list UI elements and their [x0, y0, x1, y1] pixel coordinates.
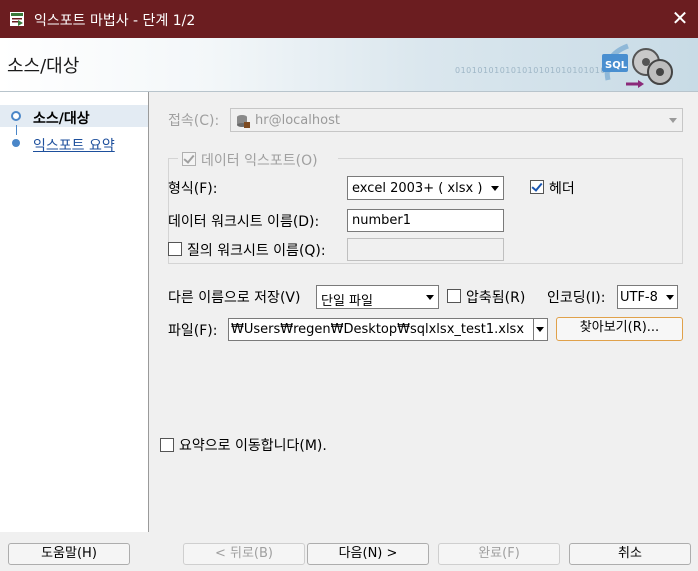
connection-value: hr@localhost [255, 113, 340, 128]
chevron-down-icon [666, 295, 674, 300]
chevron-down-icon [426, 295, 434, 300]
nav-item-label: 소스/대상 [33, 111, 90, 127]
save-as-value: 단일 파일 [321, 294, 373, 309]
nav-item-export-summary[interactable]: 익스포트 요약 [0, 132, 148, 154]
nav-item-label: 익스포트 요약 [33, 138, 115, 154]
query-sheet-name-label: 질의 워크시트 이름(Q): [187, 243, 326, 259]
data-sheet-name-label: 데이터 워크시트 이름(D): [168, 214, 320, 230]
encoding-value: UTF-8 [620, 290, 658, 305]
chevron-down-icon [669, 118, 677, 123]
header-checkbox[interactable] [530, 180, 544, 194]
data-sheet-name-input[interactable]: number1 [347, 209, 504, 232]
data-export-checkbox[interactable] [182, 152, 196, 166]
data-export-label: 데이터 익스포트(O) [201, 153, 318, 169]
step-current-icon [11, 111, 21, 121]
help-button[interactable]: 도움말(H) [8, 543, 130, 565]
nav-item-source-target[interactable]: 소스/대상 [0, 105, 148, 127]
file-label: 파일(F): [168, 323, 218, 339]
format-label: 형식(F): [168, 181, 218, 197]
close-icon[interactable]: ✕ [668, 6, 692, 30]
svg-text:SQL: SQL [605, 60, 628, 71]
wizard-nav: 소스/대상 익스포트 요약 [0, 92, 149, 532]
header-binary-decoration: 0101010101010101010101010101 [455, 66, 612, 75]
title-bar: 익스포트 마법사 - 단계 1/2 ✕ [0, 0, 698, 38]
go-to-summary-label: 요약으로 이동합니다(M). [179, 438, 327, 454]
wizard-header: 소스/대상 0101010101010101010101010101 SQL [0, 38, 698, 92]
step-pending-icon [12, 139, 20, 147]
window-title: 익스포트 마법사 - 단계 1/2 [34, 13, 196, 29]
save-as-label: 다른 이름으로 저장(V) [168, 290, 301, 306]
cancel-button[interactable]: 취소 [569, 543, 691, 565]
data-export-legend: 데이터 익스포트(O) [178, 150, 338, 169]
browse-button[interactable]: 찾아보기(R)... [556, 317, 683, 341]
chevron-down-icon [536, 327, 544, 332]
compressed-checkbox[interactable] [447, 289, 461, 303]
encoding-select[interactable]: UTF-8 [617, 285, 678, 309]
header-label: 헤더 [549, 181, 575, 197]
wizard-app-icon [10, 12, 24, 26]
compressed-label: 압축됨(R) [466, 290, 526, 306]
wizard-footer: 도움말(H) < 뒤로(B) 다음(N) > 완료(F) 취소 [0, 532, 698, 571]
page-title: 소스/대상 [7, 56, 80, 77]
file-path-dropdown[interactable] [533, 319, 547, 340]
chevron-down-icon [491, 186, 499, 191]
go-to-summary-checkbox[interactable] [160, 438, 174, 452]
next-button[interactable]: 다음(N) > [307, 543, 429, 565]
save-as-select[interactable]: 단일 파일 [316, 285, 439, 309]
file-path-combo[interactable]: ₩Users₩regen₩Desktop₩sqlxlsx_test1.xlsx [228, 318, 548, 341]
format-select[interactable]: excel 2003+ ( xlsx ) [347, 176, 504, 200]
finish-button[interactable]: 완료(F) [438, 543, 560, 565]
connection-select[interactable]: hr@localhost [230, 108, 683, 132]
sql-export-logo-icon: SQL [602, 43, 673, 88]
query-sheet-name-input[interactable] [347, 238, 504, 261]
file-path-value: ₩Users₩regen₩Desktop₩sqlxlsx_test1.xlsx [231, 322, 525, 337]
connection-label: 접속(C): [168, 113, 220, 129]
back-button[interactable]: < 뒤로(B) [183, 543, 305, 565]
format-value: excel 2003+ ( xlsx ) [352, 181, 483, 196]
query-sheet-checkbox[interactable] [168, 242, 182, 256]
database-connection-icon [237, 115, 250, 128]
encoding-label: 인코딩(I): [547, 290, 606, 306]
